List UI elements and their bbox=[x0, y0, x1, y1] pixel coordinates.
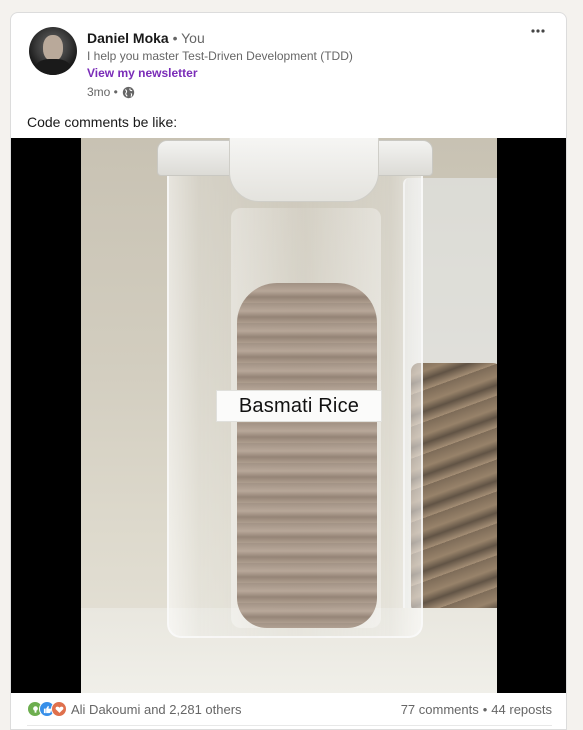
post-meta: 3mo • bbox=[87, 84, 353, 100]
more-horizontal-icon bbox=[531, 29, 545, 33]
photo-content: Basmati Rice bbox=[81, 138, 497, 693]
reactions-summary[interactable]: Ali Dakoumi and 2,281 others bbox=[27, 701, 242, 717]
more-options-button[interactable] bbox=[524, 23, 552, 47]
container-label: Basmati Rice bbox=[216, 390, 382, 422]
globe-icon bbox=[122, 86, 135, 98]
view-newsletter-link[interactable]: View my newsletter bbox=[87, 65, 198, 81]
avatar-body bbox=[35, 59, 71, 75]
background-cookies bbox=[411, 363, 497, 613]
author-avatar[interactable] bbox=[29, 27, 77, 75]
feed-post-card: Daniel Moka • You I help you master Test… bbox=[10, 12, 567, 730]
author-name[interactable]: Daniel Moka bbox=[87, 30, 169, 46]
post-text: Code comments be like: bbox=[27, 114, 178, 130]
post-image[interactable]: Basmati Rice bbox=[11, 138, 566, 693]
divider bbox=[27, 725, 552, 726]
author-block: Daniel Moka • You I help you master Test… bbox=[87, 29, 353, 100]
reaction-icons bbox=[27, 701, 67, 717]
stats-separator: • bbox=[482, 701, 488, 717]
cookie-stack bbox=[237, 283, 377, 628]
avatar-face bbox=[43, 35, 63, 61]
author-name-row: Daniel Moka • You bbox=[87, 29, 353, 47]
container-lid-flap bbox=[229, 138, 379, 202]
social-counts: Ali Dakoumi and 2,281 others 77 comments… bbox=[27, 699, 552, 719]
author-relation: • You bbox=[172, 30, 205, 46]
post-age: 3mo • bbox=[87, 85, 118, 99]
love-icon bbox=[51, 701, 67, 717]
engagement-stats: 77 comments • 44 reposts bbox=[401, 702, 552, 717]
reactions-text: Ali Dakoumi and 2,281 others bbox=[71, 701, 242, 717]
comments-count-link[interactable]: 77 comments bbox=[401, 702, 479, 717]
reposts-count-link[interactable]: 44 reposts bbox=[491, 702, 552, 717]
author-headline: I help you master Test-Driven Developmen… bbox=[87, 49, 353, 63]
